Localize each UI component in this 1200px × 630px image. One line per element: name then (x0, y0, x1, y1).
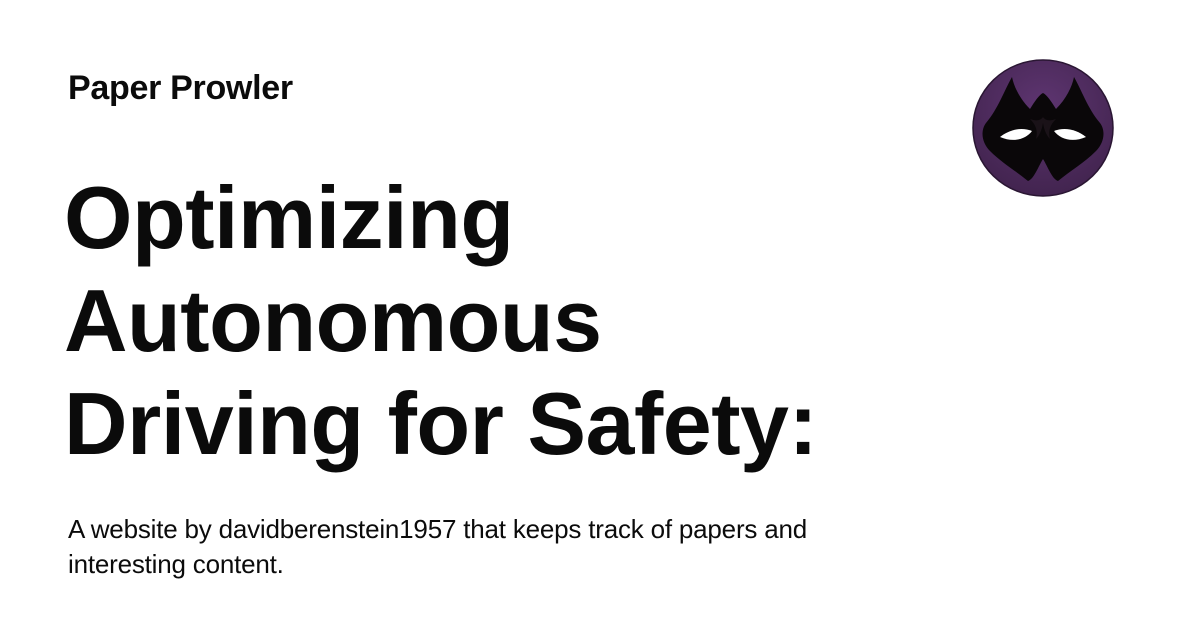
site-description: A website by davidberenstein1957 that ke… (68, 514, 808, 579)
site-name[interactable]: Paper Prowler (68, 68, 293, 108)
page-title: Optimizing Autonomous Driving for Safety… (64, 168, 818, 473)
masked-face-icon (972, 59, 1114, 197)
avatar (972, 59, 1114, 197)
